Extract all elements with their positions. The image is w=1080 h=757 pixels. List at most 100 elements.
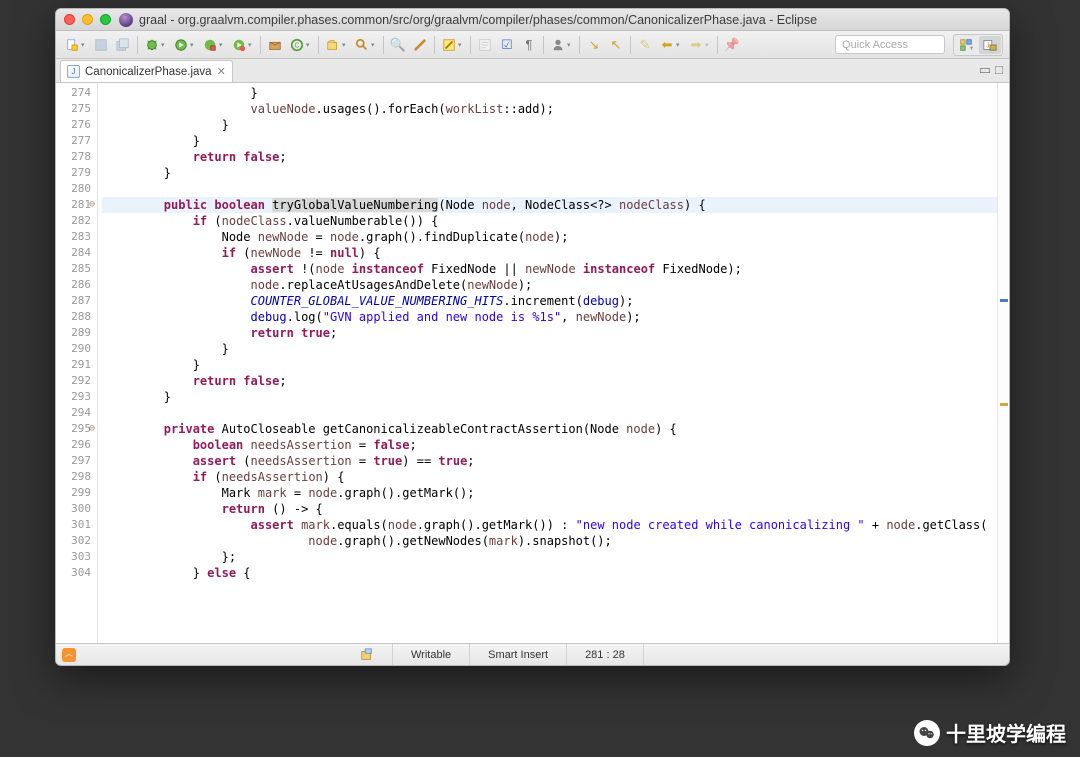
line-number: 295⊖: [56, 421, 91, 437]
highlight-dropdown-icon[interactable]: ▾: [458, 41, 466, 49]
code-line[interactable]: node.replaceAtUsagesAndDelete(newNode);: [102, 277, 997, 293]
user-dropdown-icon[interactable]: ▾: [567, 41, 575, 49]
ruler-mark[interactable]: [1000, 299, 1008, 302]
build-icon[interactable]: [342, 644, 393, 665]
quick-access-input[interactable]: Quick Access: [835, 35, 945, 54]
find-button[interactable]: 🔍: [388, 35, 408, 55]
line-number: 288: [56, 309, 91, 325]
user-button[interactable]: [548, 35, 568, 55]
next-annotation-button[interactable]: ↘: [584, 35, 604, 55]
ruler-mark[interactable]: [1000, 403, 1008, 406]
new-button[interactable]: [62, 35, 82, 55]
line-number: 277: [56, 133, 91, 149]
back-dropdown-icon[interactable]: ▾: [676, 41, 684, 49]
open-type-button[interactable]: [323, 35, 343, 55]
search-button[interactable]: [352, 35, 372, 55]
code-line[interactable]: assert (needsAssertion = true) == true;: [102, 453, 997, 469]
new-dropdown-icon[interactable]: ▾: [81, 41, 89, 49]
paragraph-button[interactable]: ¶: [519, 35, 539, 55]
forward-dropdown-icon[interactable]: ▾: [705, 41, 713, 49]
fold-toggle-icon[interactable]: ⊖: [89, 197, 95, 213]
save-all-button[interactable]: [113, 35, 133, 55]
code-line[interactable]: if (nodeClass.valueNumberable()) {: [102, 213, 997, 229]
code-line[interactable]: return () -> {: [102, 501, 997, 517]
code-line[interactable]: Mark mark = node.graph().getMark();: [102, 485, 997, 501]
close-window-button[interactable]: [64, 14, 75, 25]
code-line[interactable]: };: [102, 549, 997, 565]
run-dropdown-icon[interactable]: ▾: [190, 41, 198, 49]
coverage-dropdown-icon[interactable]: ▾: [219, 41, 227, 49]
line-number: 285: [56, 261, 91, 277]
code-line[interactable]: }: [102, 165, 997, 181]
code-line[interactable]: }: [102, 133, 997, 149]
line-number: 304: [56, 565, 91, 581]
line-number: 274: [56, 85, 91, 101]
pin-button[interactable]: 📌: [722, 35, 742, 55]
status-insert-mode: Smart Insert: [470, 644, 567, 665]
code-line[interactable]: [102, 181, 997, 197]
code-line[interactable]: debug.log("GVN applied and new node is %…: [102, 309, 997, 325]
code-line[interactable]: if (newNode != null) {: [102, 245, 997, 261]
code-line[interactable]: COUNTER_GLOBAL_VALUE_NUMBERING_HITS.incr…: [102, 293, 997, 309]
code-line[interactable]: return true;: [102, 325, 997, 341]
code-line[interactable]: }: [102, 341, 997, 357]
save-button[interactable]: [91, 35, 111, 55]
search-dropdown-icon[interactable]: ▾: [371, 41, 379, 49]
new-type-dropdown-icon[interactable]: ▾: [306, 41, 314, 49]
code-line[interactable]: valueNode.usages().forEach(workList::add…: [102, 101, 997, 117]
run-last-button[interactable]: [229, 35, 249, 55]
line-number: 283: [56, 229, 91, 245]
code-line[interactable]: public boolean tryGlobalValueNumbering(N…: [102, 197, 997, 213]
outline-button[interactable]: [475, 35, 495, 55]
debug-button[interactable]: [142, 35, 162, 55]
run-last-dropdown-icon[interactable]: ▾: [248, 41, 256, 49]
task-button[interactable]: ☑: [497, 35, 517, 55]
code-line[interactable]: if (needsAssertion) {: [102, 469, 997, 485]
watermark-text: 十里坡学编程: [946, 718, 1066, 747]
back-button[interactable]: ⬅: [657, 35, 677, 55]
open-perspective-button[interactable]: +: [955, 36, 977, 54]
code-line[interactable]: node.graph().getNewNodes(mark).snapshot(…: [102, 533, 997, 549]
code-line[interactable]: return false;: [102, 373, 997, 389]
maximize-editor-icon[interactable]: □: [995, 62, 1003, 78]
rss-icon[interactable]: ෴: [62, 648, 76, 662]
code-line[interactable]: assert !(node instanceof FixedNode || ne…: [102, 261, 997, 277]
last-edit-button[interactable]: ✎: [635, 35, 655, 55]
code-editor[interactable]: 274275276277278279280281⊖282283284285286…: [56, 83, 1009, 643]
code-line[interactable]: assert mark.equals(node.graph().getMark(…: [102, 517, 997, 533]
editor-tab[interactable]: J CanonicalizerPhase.java ✕: [60, 60, 233, 82]
toggle-mark-button[interactable]: [410, 35, 430, 55]
new-package-button[interactable]: [265, 35, 285, 55]
line-number: 279: [56, 165, 91, 181]
code-area[interactable]: } valueNode.usages().forEach(workList::a…: [98, 83, 997, 643]
line-number: 300: [56, 501, 91, 517]
java-perspective-button[interactable]: J: [979, 36, 1001, 54]
code-line[interactable]: }: [102, 357, 997, 373]
code-line[interactable]: }: [102, 389, 997, 405]
status-bar: ෴ Writable Smart Insert 281 : 28: [56, 643, 1009, 665]
code-line[interactable]: boolean needsAssertion = false;: [102, 437, 997, 453]
fold-toggle-icon[interactable]: ⊖: [89, 421, 95, 437]
code-line[interactable]: [102, 405, 997, 421]
code-line[interactable]: private AutoCloseable getCanonicalizeabl…: [102, 421, 997, 437]
coverage-button[interactable]: [200, 35, 220, 55]
open-type-dropdown-icon[interactable]: ▾: [342, 41, 350, 49]
code-line[interactable]: return false;: [102, 149, 997, 165]
line-number: 287: [56, 293, 91, 309]
highlight-button[interactable]: [439, 35, 459, 55]
debug-dropdown-icon[interactable]: ▾: [161, 41, 169, 49]
code-line[interactable]: }: [102, 117, 997, 133]
new-class-button[interactable]: C: [287, 35, 307, 55]
forward-button[interactable]: ➡: [686, 35, 706, 55]
run-button[interactable]: [171, 35, 191, 55]
code-line[interactable]: } else {: [102, 565, 997, 581]
line-number: 299: [56, 485, 91, 501]
zoom-window-button[interactable]: [100, 14, 111, 25]
overview-ruler[interactable]: [997, 83, 1009, 643]
minimize-window-button[interactable]: [82, 14, 93, 25]
code-line[interactable]: }: [102, 85, 997, 101]
minimize-editor-icon[interactable]: ▭: [979, 62, 991, 78]
tab-close-icon[interactable]: ✕: [217, 65, 226, 78]
prev-annotation-button[interactable]: ↖: [606, 35, 626, 55]
code-line[interactable]: Node newNode = node.graph().findDuplicat…: [102, 229, 997, 245]
